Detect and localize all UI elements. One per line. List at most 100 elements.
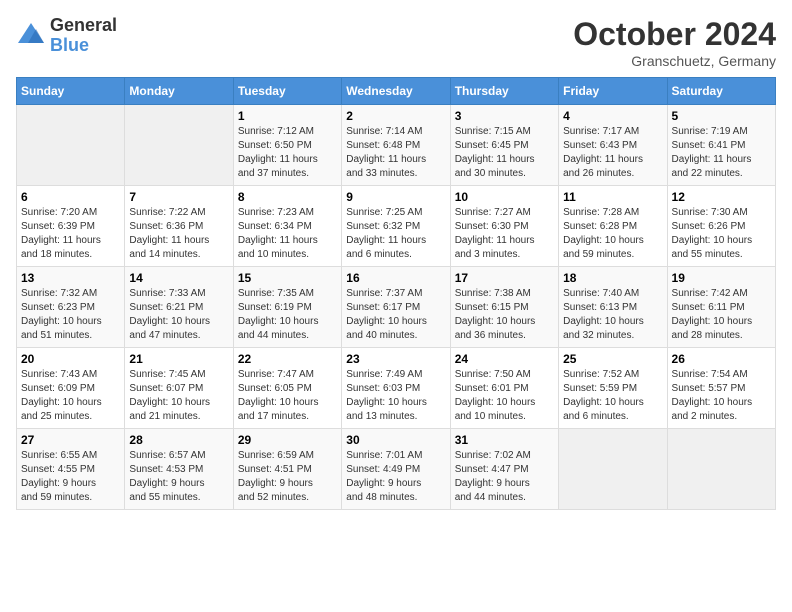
day-number: 29: [238, 433, 337, 447]
day-info: Sunrise: 7:23 AM Sunset: 6:34 PM Dayligh…: [238, 206, 337, 262]
month-title: October 2024: [573, 16, 776, 53]
day-cell: 13 Sunrise: 7:32 AM Sunset: 6:23 PM Dayli…: [17, 267, 125, 348]
day-info: Sunrise: 7:40 AM Sunset: 6:13 PM Dayligh…: [563, 287, 662, 343]
day-number: 23: [346, 352, 445, 366]
day-number: 24: [455, 352, 554, 366]
day-number: 22: [238, 352, 337, 366]
day-info: Sunrise: 6:59 AM Sunset: 4:51 PM Dayligh…: [238, 449, 337, 505]
day-number: 9: [346, 190, 445, 204]
logo: General Blue: [16, 16, 117, 56]
day-number: 6: [21, 190, 120, 204]
day-info: Sunrise: 7:43 AM Sunset: 6:09 PM Dayligh…: [21, 368, 120, 424]
day-info: Sunrise: 7:37 AM Sunset: 6:17 PM Dayligh…: [346, 287, 445, 343]
day-number: 30: [346, 433, 445, 447]
day-number: 21: [129, 352, 228, 366]
day-info: Sunrise: 7:47 AM Sunset: 6:05 PM Dayligh…: [238, 368, 337, 424]
day-info: Sunrise: 7:30 AM Sunset: 6:26 PM Dayligh…: [672, 206, 771, 262]
day-info: Sunrise: 7:54 AM Sunset: 5:57 PM Dayligh…: [672, 368, 771, 424]
day-number: 12: [672, 190, 771, 204]
day-number: 31: [455, 433, 554, 447]
day-number: 3: [455, 109, 554, 123]
day-number: 19: [672, 271, 771, 285]
location: Granschuetz, Germany: [573, 53, 776, 69]
day-cell: 1Sunrise: 7:12 AM Sunset: 6:50 PM Daylig…: [233, 105, 341, 186]
column-header-friday: Friday: [559, 78, 667, 105]
day-info: Sunrise: 7:01 AM Sunset: 4:49 PM Dayligh…: [346, 449, 445, 505]
day-number: 14: [129, 271, 228, 285]
day-cell: 17 Sunrise: 7:38 AM Sunset: 6:15 PM Dayli…: [450, 267, 558, 348]
day-cell: 26Sunrise: 7:54 AM Sunset: 5:57 PM Dayli…: [667, 348, 775, 429]
day-info: Sunrise: 7:17 AM Sunset: 6:43 PM Dayligh…: [563, 125, 662, 181]
day-number: 25: [563, 352, 662, 366]
day-cell: 20 Sunrise: 7:43 AM Sunset: 6:09 PM Dayli…: [17, 348, 125, 429]
day-number: 11: [563, 190, 662, 204]
day-cell: 10 Sunrise: 7:27 AM Sunset: 6:30 PM Dayli…: [450, 186, 558, 267]
day-number: 10: [455, 190, 554, 204]
day-info: Sunrise: 7:33 AM Sunset: 6:21 PM Dayligh…: [129, 287, 228, 343]
day-cell: 6 Sunrise: 7:20 AM Sunset: 6:39 PM Daylig…: [17, 186, 125, 267]
day-cell: 12 Sunrise: 7:30 AM Sunset: 6:26 PM Dayli…: [667, 186, 775, 267]
day-info: Sunrise: 7:14 AM Sunset: 6:48 PM Dayligh…: [346, 125, 445, 181]
day-cell: 23 Sunrise: 7:49 AM Sunset: 6:03 PM Dayli…: [342, 348, 450, 429]
day-cell: 9 Sunrise: 7:25 AM Sunset: 6:32 PM Daylig…: [342, 186, 450, 267]
column-header-thursday: Thursday: [450, 78, 558, 105]
day-number: 8: [238, 190, 337, 204]
day-number: 2: [346, 109, 445, 123]
day-info: Sunrise: 7:50 AM Sunset: 6:01 PM Dayligh…: [455, 368, 554, 424]
week-row-5: 27 Sunrise: 6:55 AM Sunset: 4:55 PM Dayli…: [17, 429, 776, 510]
day-cell: 8 Sunrise: 7:23 AM Sunset: 6:34 PM Daylig…: [233, 186, 341, 267]
day-info: Sunrise: 7:19 AM Sunset: 6:41 PM Dayligh…: [672, 125, 771, 181]
column-header-wednesday: Wednesday: [342, 78, 450, 105]
column-header-saturday: Saturday: [667, 78, 775, 105]
day-info: Sunrise: 7:32 AM Sunset: 6:23 PM Dayligh…: [21, 287, 120, 343]
day-cell: [17, 105, 125, 186]
day-number: 27: [21, 433, 120, 447]
day-cell: 21Sunrise: 7:45 AM Sunset: 6:07 PM Dayli…: [125, 348, 233, 429]
day-cell: 19 Sunrise: 7:42 AM Sunset: 6:11 PM Dayli…: [667, 267, 775, 348]
day-cell: 25Sunrise: 7:52 AM Sunset: 5:59 PM Dayli…: [559, 348, 667, 429]
day-cell: [667, 429, 775, 510]
day-number: 5: [672, 109, 771, 123]
day-cell: 15Sunrise: 7:35 AM Sunset: 6:19 PM Dayli…: [233, 267, 341, 348]
column-header-tuesday: Tuesday: [233, 78, 341, 105]
day-number: 13: [21, 271, 120, 285]
day-cell: 28Sunrise: 6:57 AM Sunset: 4:53 PM Dayli…: [125, 429, 233, 510]
day-info: Sunrise: 7:20 AM Sunset: 6:39 PM Dayligh…: [21, 206, 120, 262]
day-info: Sunrise: 7:25 AM Sunset: 6:32 PM Dayligh…: [346, 206, 445, 262]
week-row-3: 13 Sunrise: 7:32 AM Sunset: 6:23 PM Dayli…: [17, 267, 776, 348]
day-cell: [559, 429, 667, 510]
page-header: General Blue October 2024 Granschuetz, G…: [16, 16, 776, 69]
day-number: 18: [563, 271, 662, 285]
day-cell: 5 Sunrise: 7:19 AM Sunset: 6:41 PM Daylig…: [667, 105, 775, 186]
title-section: October 2024 Granschuetz, Germany: [573, 16, 776, 69]
day-number: 20: [21, 352, 120, 366]
day-number: 17: [455, 271, 554, 285]
day-info: Sunrise: 7:27 AM Sunset: 6:30 PM Dayligh…: [455, 206, 554, 262]
day-info: Sunrise: 7:42 AM Sunset: 6:11 PM Dayligh…: [672, 287, 771, 343]
day-cell: 3Sunrise: 7:15 AM Sunset: 6:45 PM Daylig…: [450, 105, 558, 186]
logo-text: General Blue: [50, 16, 117, 56]
day-number: 7: [129, 190, 228, 204]
week-row-4: 20 Sunrise: 7:43 AM Sunset: 6:09 PM Dayli…: [17, 348, 776, 429]
day-info: Sunrise: 7:02 AM Sunset: 4:47 PM Dayligh…: [455, 449, 554, 505]
day-cell: 31 Sunrise: 7:02 AM Sunset: 4:47 PM Dayli…: [450, 429, 558, 510]
header-row: SundayMondayTuesdayWednesdayThursdayFrid…: [17, 78, 776, 105]
column-header-monday: Monday: [125, 78, 233, 105]
day-info: Sunrise: 6:57 AM Sunset: 4:53 PM Dayligh…: [129, 449, 228, 505]
logo-blue: Blue: [50, 36, 117, 56]
day-cell: 24 Sunrise: 7:50 AM Sunset: 6:01 PM Dayli…: [450, 348, 558, 429]
calendar-table: SundayMondayTuesdayWednesdayThursdayFrid…: [16, 77, 776, 510]
day-cell: 14 Sunrise: 7:33 AM Sunset: 6:21 PM Dayli…: [125, 267, 233, 348]
day-number: 16: [346, 271, 445, 285]
week-row-2: 6 Sunrise: 7:20 AM Sunset: 6:39 PM Daylig…: [17, 186, 776, 267]
logo-general: General: [50, 16, 117, 36]
day-cell: 2 Sunrise: 7:14 AM Sunset: 6:48 PM Daylig…: [342, 105, 450, 186]
day-info: Sunrise: 7:49 AM Sunset: 6:03 PM Dayligh…: [346, 368, 445, 424]
day-info: Sunrise: 7:28 AM Sunset: 6:28 PM Dayligh…: [563, 206, 662, 262]
day-info: Sunrise: 7:22 AM Sunset: 6:36 PM Dayligh…: [129, 206, 228, 262]
day-cell: 29 Sunrise: 6:59 AM Sunset: 4:51 PM Dayli…: [233, 429, 341, 510]
day-info: Sunrise: 7:38 AM Sunset: 6:15 PM Dayligh…: [455, 287, 554, 343]
day-info: Sunrise: 6:55 AM Sunset: 4:55 PM Dayligh…: [21, 449, 120, 505]
logo-icon: [16, 21, 46, 51]
day-info: Sunrise: 7:35 AM Sunset: 6:19 PM Dayligh…: [238, 287, 337, 343]
